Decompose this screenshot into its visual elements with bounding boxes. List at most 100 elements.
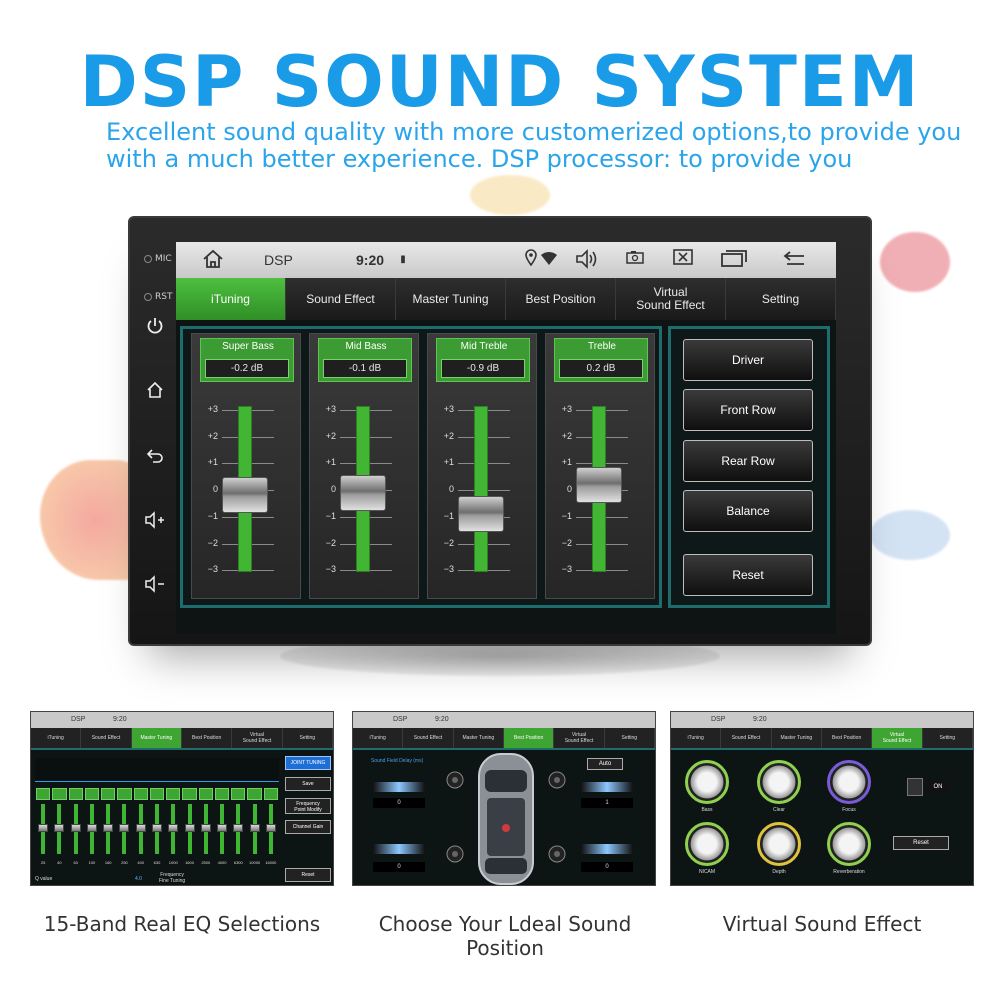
slider-knob[interactable]	[576, 466, 622, 503]
scale-tick-label: −1	[207, 510, 218, 521]
front-row-button[interactable]: Front Row	[683, 389, 813, 431]
thumb-tab[interactable]: Virtual Sound Effect	[554, 728, 605, 748]
thumb-eq-body: 25 40 63 100 160 250 400 630 1000 1600 2500 4000 630…	[31, 748, 333, 885]
auto-button[interactable]: Auto	[587, 758, 623, 770]
tab-setting[interactable]: Setting	[726, 278, 836, 320]
effect-knob[interactable]	[757, 822, 801, 866]
frequency-label: 6300	[233, 860, 243, 865]
on-toggle-knob[interactable]	[907, 778, 923, 796]
slider-knob[interactable]	[458, 496, 504, 533]
caption-position: Choose Your Ldeal Sound Position	[378, 912, 632, 960]
tab-virtual-sound-effect[interactable]: Virtual Sound Effect	[616, 278, 726, 320]
mini-slider-knob[interactable]	[184, 824, 195, 832]
thumb-time: 9:20	[435, 716, 449, 723]
mini-slider-knob[interactable]	[168, 824, 179, 832]
mini-slider-knob[interactable]	[200, 824, 211, 832]
mini-slider-knob[interactable]	[233, 824, 244, 832]
delay-value-fr: 1	[581, 798, 633, 808]
mini-slider-knob[interactable]	[152, 824, 162, 832]
thumb-tab[interactable]: Virtual Sound Effect	[232, 728, 283, 748]
mini-slider-knob[interactable]	[135, 824, 146, 832]
speaker-icon[interactable]	[574, 248, 600, 272]
thumb-tab[interactable]: Master Tuning	[131, 728, 182, 748]
thumb-tab[interactable]: iTuning	[671, 728, 722, 748]
close-box-icon[interactable]	[670, 248, 696, 272]
frequency-label: 100	[88, 860, 96, 865]
effect-knob[interactable]	[827, 760, 871, 804]
thumb-reset-button[interactable]: Reset	[285, 868, 331, 882]
mini-slider-knob[interactable]	[103, 824, 114, 832]
slider-knob[interactable]	[222, 477, 268, 514]
thumb-status-bar: DSP 9:20	[671, 712, 973, 728]
option-panel: Driver Front Row Rear Row Balance Reset	[668, 326, 830, 608]
scale-tick-label: +2	[325, 430, 336, 441]
thumb-tab[interactable]: Setting	[605, 728, 655, 748]
slider-track[interactable]	[474, 406, 488, 572]
driver-button[interactable]: Driver	[683, 339, 813, 381]
thumb-tab[interactable]: Best Position	[182, 728, 233, 748]
thumb-tab[interactable]: Sound Effect	[403, 728, 454, 748]
on-toggle-label[interactable]: ON	[927, 781, 949, 793]
tab-sound-effect[interactable]: Sound Effect	[286, 278, 396, 320]
mini-slider-knob[interactable]	[70, 824, 81, 832]
delay-slider-rr[interactable]	[581, 844, 633, 854]
channel-gain-button[interactable]: Channel Gain	[285, 820, 331, 834]
scale-tick-label: −2	[561, 537, 572, 548]
mini-slider-knob[interactable]	[119, 824, 130, 832]
mini-slider-knob[interactable]	[86, 824, 97, 832]
effect-knob-label: Reverberation	[833, 869, 865, 875]
thumb-tab[interactable]: Best Position	[503, 728, 555, 748]
mini-band-box	[263, 788, 278, 800]
thumb-tab[interactable]: Sound Effect	[721, 728, 772, 748]
balance-button[interactable]: Balance	[683, 490, 813, 532]
mini-slider-knob[interactable]	[265, 824, 276, 832]
save-button[interactable]: Save	[285, 777, 331, 791]
tab-master-tuning[interactable]: Master Tuning	[396, 278, 506, 320]
rear-row-button[interactable]: Rear Row	[683, 440, 813, 482]
delay-slider-fr[interactable]	[581, 782, 633, 792]
window-icon[interactable]	[720, 248, 747, 272]
virtual-reset-button[interactable]: Reset	[893, 836, 949, 850]
thumb-tab[interactable]: Master Tuning	[454, 728, 504, 748]
delay-slider-rl[interactable]	[373, 844, 425, 854]
scale-tick-label: −1	[561, 510, 572, 521]
mini-slider-knob[interactable]	[217, 824, 228, 832]
rst-button[interactable]: RST	[144, 292, 172, 302]
effect-knob[interactable]	[757, 760, 801, 804]
joint-tuning-button[interactable]: JOINT TUNING	[285, 756, 331, 770]
home-icon[interactable]	[144, 380, 166, 402]
tab-ituning[interactable]: iTuning	[176, 278, 286, 320]
frequency-point-modify-button[interactable]: Frequency Point Modify	[285, 798, 331, 814]
caption-virtual: Virtual Sound Effect	[722, 912, 922, 936]
thumb-tab[interactable]: Master Tuning	[772, 728, 822, 748]
effect-knob[interactable]	[685, 822, 729, 866]
power-icon[interactable]	[144, 316, 166, 338]
mini-slider-knob[interactable]	[54, 824, 65, 832]
thumb-tab[interactable]: Best Position	[822, 728, 873, 748]
thumb-tab[interactable]: iTuning	[31, 728, 82, 748]
thumb-tab[interactable]: Virtual Sound Effect	[872, 728, 923, 748]
home-icon[interactable]	[200, 248, 226, 272]
thumb-time: 9:20	[113, 716, 127, 723]
volume-down-icon[interactable]	[144, 574, 166, 596]
thumb-tab[interactable]: Sound Effect	[81, 728, 132, 748]
decor-blob-orange	[470, 175, 550, 215]
mini-slider-knob[interactable]	[38, 824, 49, 832]
volume-up-icon[interactable]	[144, 510, 166, 532]
camera-icon[interactable]	[622, 248, 648, 272]
slider-knob[interactable]	[340, 474, 386, 511]
app-name: DSP	[264, 252, 293, 268]
thumb-tab[interactable]: iTuning	[353, 728, 404, 748]
tab-best-position[interactable]: Best Position	[506, 278, 616, 320]
thumb-tab[interactable]: Setting	[923, 728, 973, 748]
notification-icon: ▮	[400, 254, 406, 265]
effect-knob[interactable]	[685, 760, 729, 804]
eq-band: Mid Treble -0.9 dB +3 +2 +1 0 −1 −2 −3	[427, 333, 537, 599]
effect-knob[interactable]	[827, 822, 871, 866]
back-icon[interactable]	[144, 446, 166, 468]
thumb-tab[interactable]: Setting	[283, 728, 333, 748]
back-arrow-icon[interactable]	[782, 248, 808, 272]
mini-slider-knob[interactable]	[249, 824, 260, 832]
reset-button[interactable]: Reset	[683, 554, 813, 596]
delay-slider-fl[interactable]	[373, 782, 425, 792]
